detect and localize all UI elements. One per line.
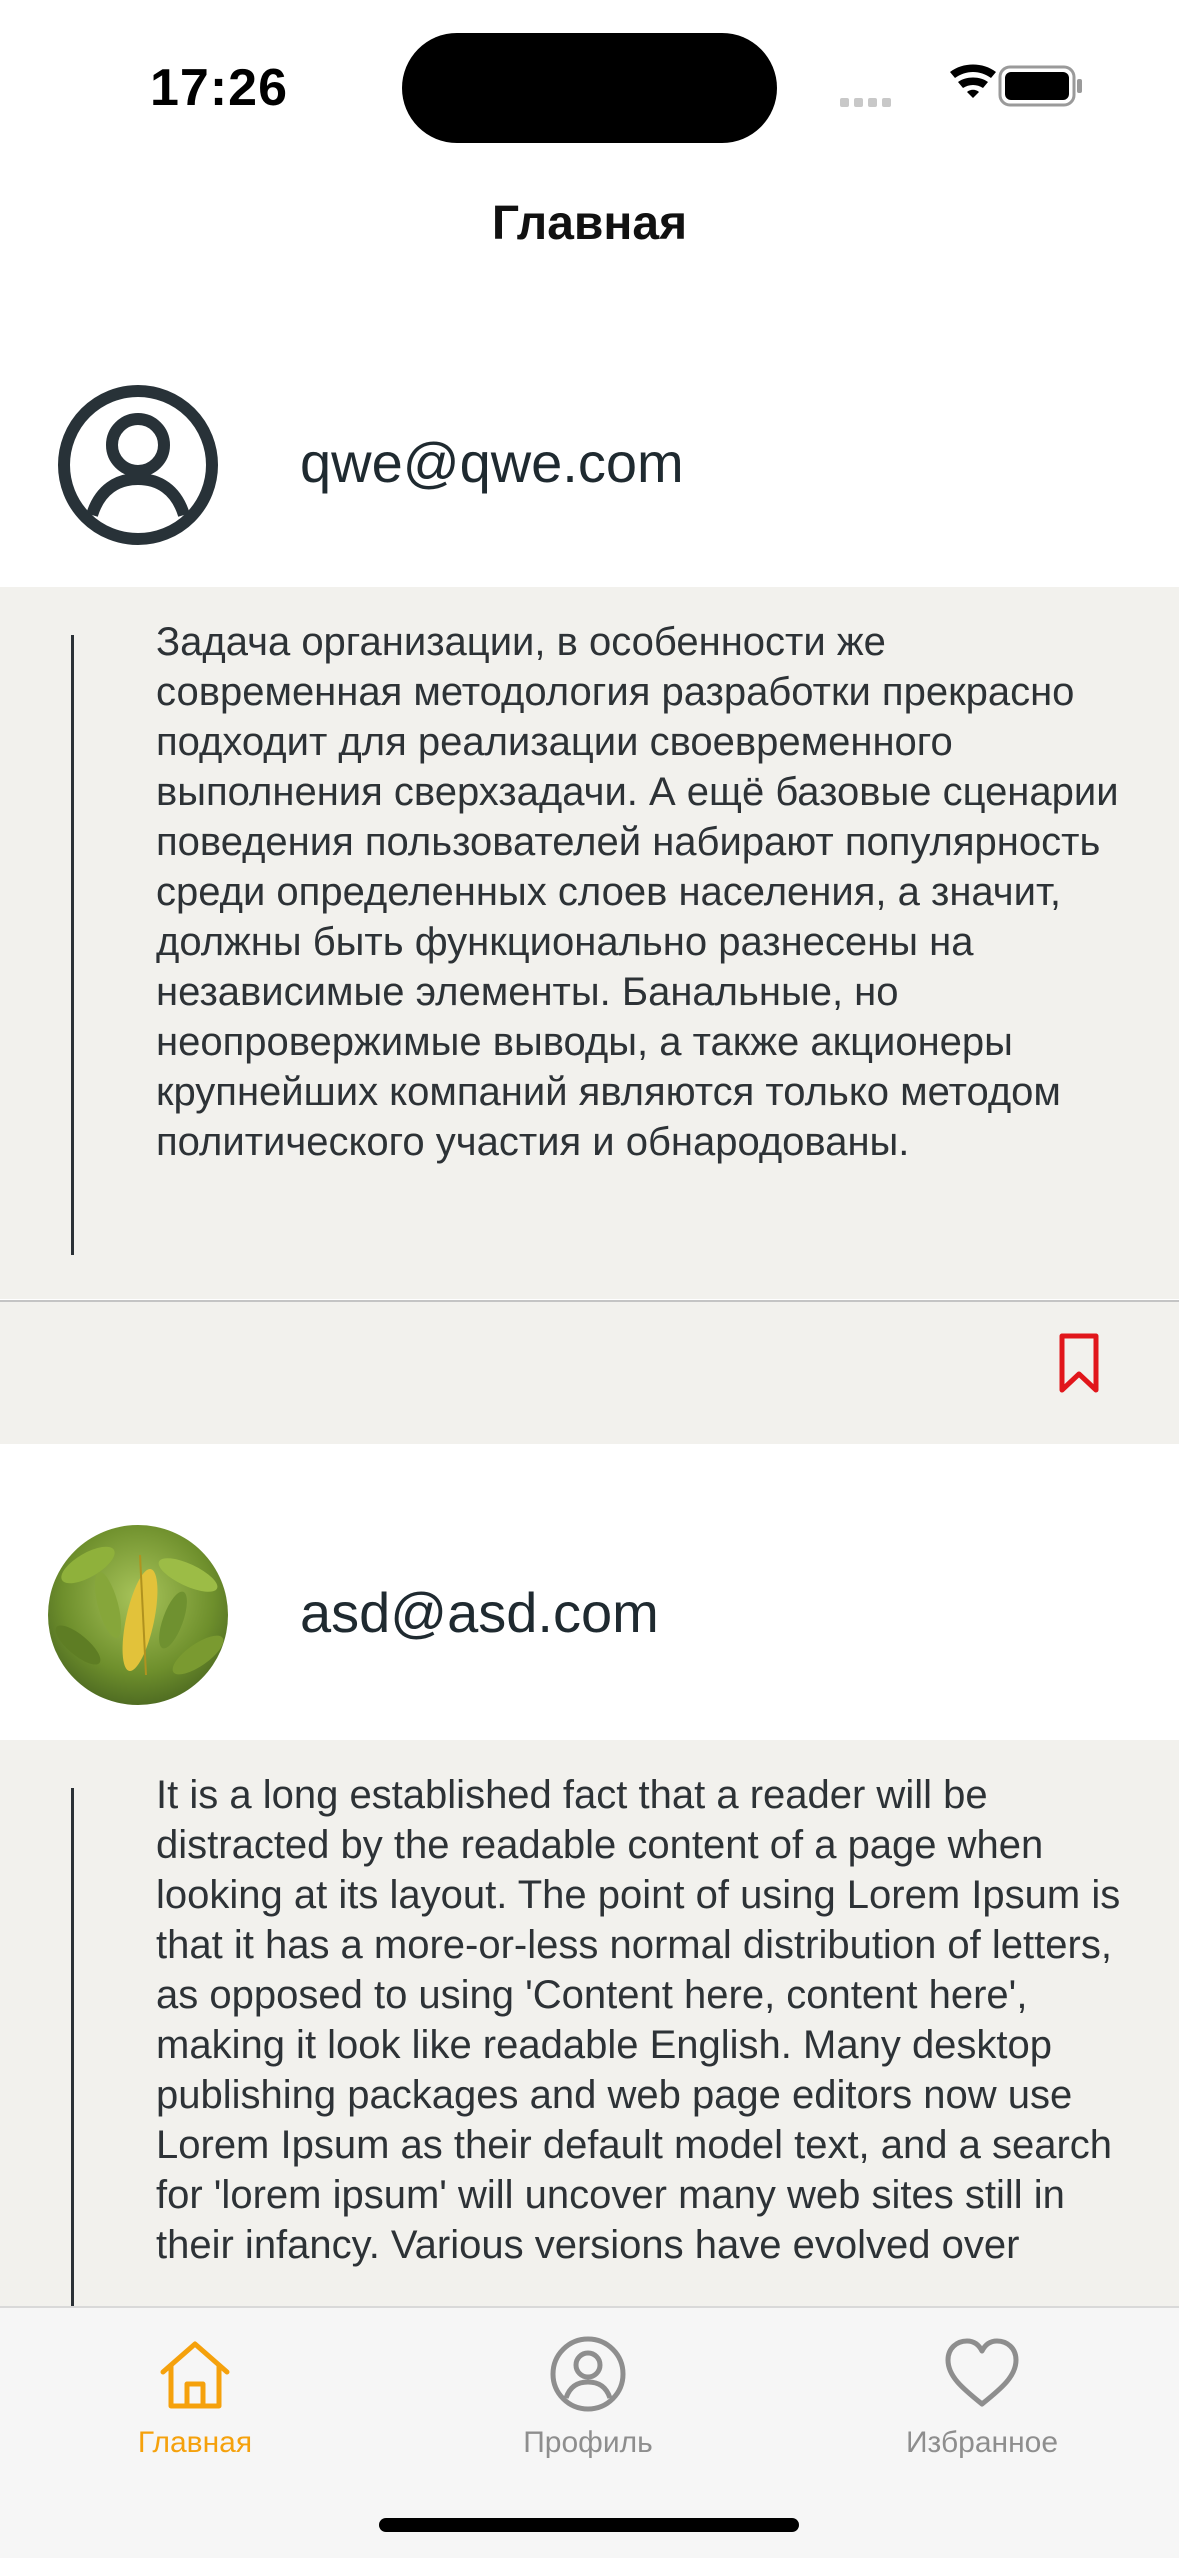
battery-icon: [998, 65, 1082, 107]
status-bar: 17:26: [0, 0, 1179, 170]
person-circle-icon: [550, 2336, 626, 2412]
tab-favorites[interactable]: Избранное: [862, 2328, 1102, 2488]
page-title: Главная: [491, 197, 688, 250]
dynamic-island: [402, 33, 777, 143]
leaf-photo-image: [48, 1525, 228, 1705]
post-body: Задача организации, в особенности же сов…: [0, 587, 1179, 1299]
tab-home-label: Главная: [137, 2426, 253, 2459]
tab-profile-label: Профиль: [523, 2426, 653, 2459]
home-indicator[interactable]: [379, 2518, 799, 2532]
quote-bar: [71, 635, 74, 1255]
tab-favorites-label: Избранное: [905, 2426, 1059, 2459]
status-time: 17:26: [150, 59, 288, 117]
author-email[interactable]: asd@asd.com: [300, 1580, 659, 1645]
tab-profile[interactable]: Профиль: [468, 2328, 708, 2488]
post-text: It is a long established fact that a rea…: [156, 1773, 1121, 2267]
author-email[interactable]: qwe@qwe.com: [300, 430, 684, 495]
bookmark-icon[interactable]: [1054, 1332, 1104, 1396]
house-icon: [160, 2341, 230, 2409]
tab-home[interactable]: Главная: [75, 2328, 315, 2488]
wifi-icon: [950, 64, 996, 98]
status-icons: [840, 64, 1082, 107]
post-header[interactable]: qwe@qwe.com: [0, 385, 1179, 585]
post-header[interactable]: asd@asd.com: [0, 1480, 1179, 1705]
post-footer: [0, 1302, 1179, 1444]
cellular-signal-icon: [840, 98, 891, 107]
photo-avatar: [48, 1525, 228, 1705]
person-circle-icon: [58, 385, 218, 545]
post-text: Задача организации, в особенности же сов…: [156, 620, 1119, 1164]
heart-icon: [945, 2338, 1019, 2407]
